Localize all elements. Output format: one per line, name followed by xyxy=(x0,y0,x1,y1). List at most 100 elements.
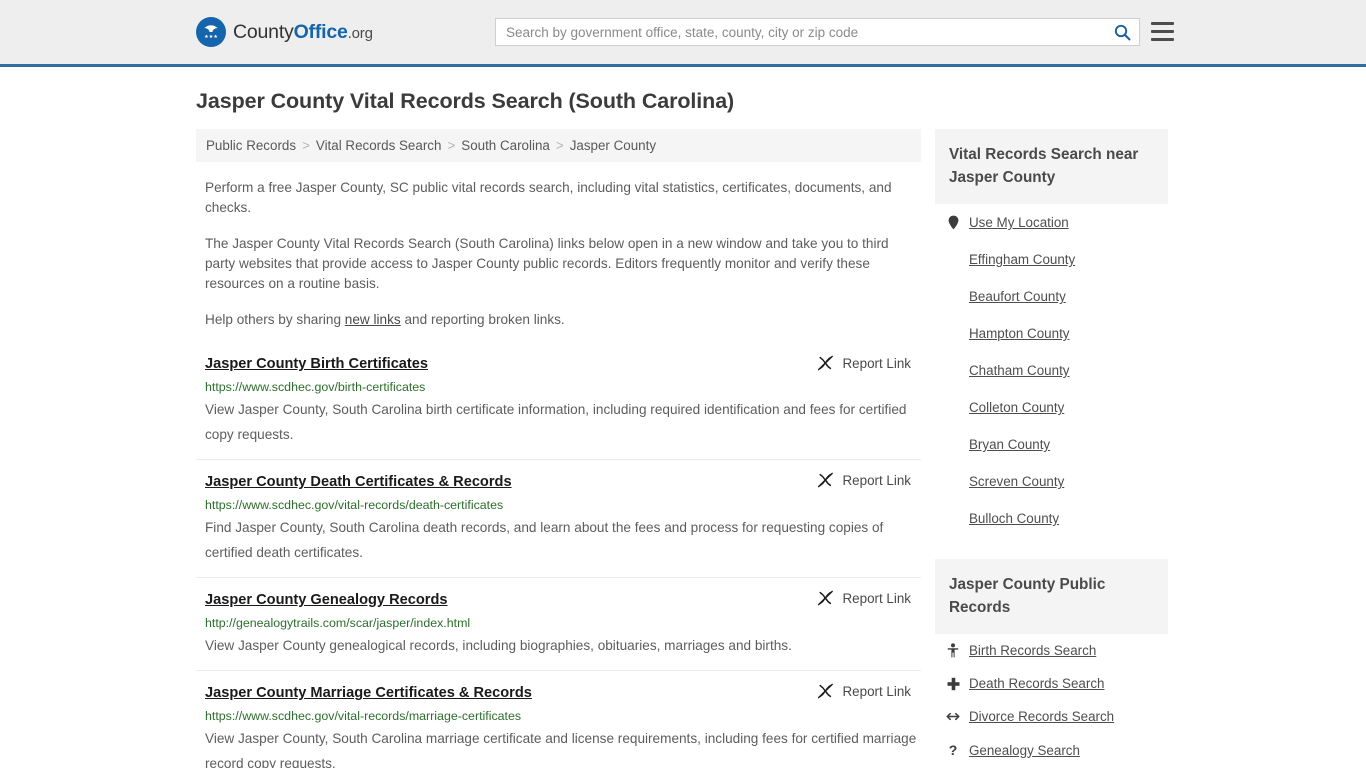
birth-records-search-link[interactable]: Birth Records Search xyxy=(969,643,1096,658)
intro-text: Perform a free Jasper County, SC public … xyxy=(196,178,921,330)
left-right-arrow-icon xyxy=(946,711,960,722)
public-records-item[interactable]: Divorce Records Search xyxy=(935,700,1168,733)
sidebar-heading-public-records: Jasper County Public Records xyxy=(935,559,1168,634)
breadcrumb-item-south-carolina[interactable]: South Carolina xyxy=(461,138,550,153)
result-item: Jasper County Marriage Certificates & Re… xyxy=(196,670,921,768)
report-link-button[interactable]: Report Link xyxy=(817,355,911,371)
broken-link-icon xyxy=(817,683,833,699)
nearby-county-item[interactable]: Chatham County xyxy=(935,352,1168,389)
hamburger-bar xyxy=(1151,22,1174,25)
result-description: Find Jasper County, South Carolina death… xyxy=(205,520,884,560)
divorce-records-search-link[interactable]: Divorce Records Search xyxy=(969,709,1114,724)
broken-link-icon xyxy=(817,590,833,606)
nearby-county-link[interactable]: Bulloch County xyxy=(969,511,1059,526)
result-item: Jasper County Death Certificates & Recor… xyxy=(196,459,921,577)
result-url: https://www.scdhec.gov/vital-records/mar… xyxy=(205,709,522,723)
eagle-shield-icon xyxy=(196,17,226,47)
nearby-county-item[interactable]: Bryan County xyxy=(935,426,1168,463)
logo-word-org: .org xyxy=(347,24,373,42)
breadcrumb: Public Records > Vital Records Search > … xyxy=(196,129,921,162)
report-link-label: Report Link xyxy=(842,590,911,606)
result-url: https://www.scdhec.gov/birth-certificate… xyxy=(205,380,426,394)
page-container: Jasper County Vital Records Search (Sout… xyxy=(0,89,1366,768)
public-records-block: Jasper County Public Records Birth Recor… xyxy=(935,559,1168,768)
search-button[interactable] xyxy=(1105,19,1139,45)
hamburger-bar xyxy=(1151,38,1174,41)
intro-paragraph-3: Help others by sharing new links and rep… xyxy=(205,310,917,330)
result-description: View Jasper County, South Carolina birth… xyxy=(205,402,907,442)
breadcrumb-separator: > xyxy=(447,138,456,153)
result-title-link[interactable]: Jasper County Death Certificates & Recor… xyxy=(205,474,512,490)
breadcrumb-separator: > xyxy=(555,138,564,153)
baby-icon xyxy=(946,643,960,658)
logo-word-office: Office xyxy=(293,20,348,43)
breadcrumb-item-public-records[interactable]: Public Records xyxy=(206,138,296,153)
result-title-link[interactable]: Jasper County Genealogy Records xyxy=(205,592,448,608)
report-link-label: Report Link xyxy=(842,472,911,488)
breadcrumb-separator: > xyxy=(302,138,310,153)
hamburger-bar xyxy=(1151,30,1174,33)
result-url: https://www.scdhec.gov/vital-records/dea… xyxy=(205,498,504,512)
intro-p3-before: Help others by sharing xyxy=(205,312,345,327)
nearby-county-link[interactable]: Chatham County xyxy=(969,363,1069,378)
report-link-button[interactable]: Report Link xyxy=(817,683,911,699)
result-url: http://genealogytrails.com/scar/jasper/i… xyxy=(205,616,471,630)
nearby-county-item[interactable]: Screven County xyxy=(935,463,1168,500)
content-layout: Public Records > Vital Records Search > … xyxy=(196,129,1170,768)
use-my-location-link[interactable]: Use My Location xyxy=(969,215,1069,230)
intro-paragraph-1: Perform a free Jasper County, SC public … xyxy=(205,180,892,215)
result-item: Jasper County Birth Certificates Report … xyxy=(196,343,921,459)
hamburger-menu-icon[interactable] xyxy=(1151,20,1174,43)
nearby-county-item[interactable]: Effingham County xyxy=(935,241,1168,278)
search-icon xyxy=(1114,24,1130,40)
nearby-county-item[interactable]: Beaufort County xyxy=(935,278,1168,315)
cross-icon xyxy=(946,677,960,691)
main-column: Public Records > Vital Records Search > … xyxy=(196,129,921,768)
nearby-counties-list: Use My Location Effingham County Beaufor… xyxy=(935,204,1168,537)
results-list: Jasper County Birth Certificates Report … xyxy=(196,343,921,768)
broken-link-icon xyxy=(817,472,833,488)
result-description: View Jasper County genealogical records,… xyxy=(205,638,792,653)
result-item: Jasper County Genealogy Records Report L… xyxy=(196,577,921,670)
question-mark-icon: ? xyxy=(948,742,958,758)
search-bar[interactable] xyxy=(495,18,1140,46)
nearby-county-link[interactable]: Bryan County xyxy=(969,437,1050,452)
public-records-item[interactable]: Birth Records Search xyxy=(935,634,1168,667)
nearby-county-link[interactable]: Colleton County xyxy=(969,400,1064,415)
site-logo[interactable]: CountyOffice.org xyxy=(196,17,373,47)
broken-link-icon xyxy=(817,355,833,371)
intro-p3-after: and reporting broken links. xyxy=(400,312,565,327)
nearby-county-link[interactable]: Effingham County xyxy=(969,252,1075,267)
use-my-location-item[interactable]: Use My Location xyxy=(935,204,1168,241)
public-records-item[interactable]: Death Records Search xyxy=(935,667,1168,700)
new-links-link[interactable]: new links xyxy=(345,312,401,327)
breadcrumb-item-jasper-county: Jasper County xyxy=(569,138,657,153)
result-title-link[interactable]: Jasper County Marriage Certificates & Re… xyxy=(205,685,532,701)
nearby-county-link[interactable]: Hampton County xyxy=(969,326,1069,341)
nearby-county-item[interactable]: Colleton County xyxy=(935,389,1168,426)
page-title: Jasper County Vital Records Search (Sout… xyxy=(196,89,735,113)
sidebar: Vital Records Search near Jasper County … xyxy=(935,129,1168,768)
public-records-list: Birth Records Search Death Records Searc… xyxy=(935,634,1168,768)
result-title-link[interactable]: Jasper County Birth Certificates xyxy=(205,356,428,372)
result-description: View Jasper County, South Carolina marri… xyxy=(205,731,917,768)
intro-paragraph-2: The Jasper County Vital Records Search (… xyxy=(205,236,889,291)
nearby-county-item[interactable]: Hampton County xyxy=(935,315,1168,352)
site-logo-text: CountyOffice.org xyxy=(233,21,373,44)
genealogy-search-link[interactable]: Genealogy Search xyxy=(969,743,1080,758)
report-link-label: Report Link xyxy=(842,683,911,699)
death-records-search-link[interactable]: Death Records Search xyxy=(969,676,1104,691)
report-link-label: Report Link xyxy=(842,355,911,371)
report-link-button[interactable]: Report Link xyxy=(817,590,911,606)
search-input[interactable] xyxy=(496,19,1105,45)
report-link-button[interactable]: Report Link xyxy=(817,472,911,488)
site-header: CountyOffice.org xyxy=(0,0,1366,67)
nearby-county-link[interactable]: Screven County xyxy=(969,474,1064,489)
nearby-county-link[interactable]: Beaufort County xyxy=(969,289,1066,304)
public-records-item[interactable]: ? Genealogy Search xyxy=(935,733,1168,767)
breadcrumb-item-vital-records-search[interactable]: Vital Records Search xyxy=(316,138,442,153)
logo-word-county: County xyxy=(233,20,294,43)
nearby-county-item[interactable]: Bulloch County xyxy=(935,500,1168,537)
sidebar-heading-nearby: Vital Records Search near Jasper County xyxy=(935,129,1168,204)
map-pin-icon xyxy=(946,215,960,230)
